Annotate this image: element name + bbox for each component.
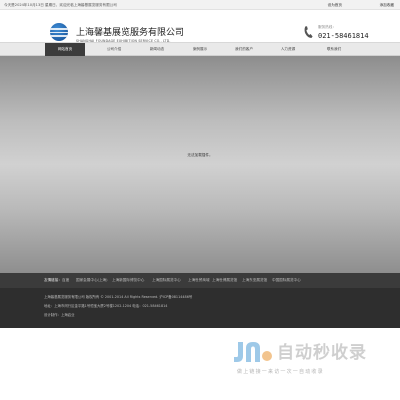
copyright-text: 上海馨基展览服务有限公司 版权所有 © 2001-2014 All Rights…	[44, 295, 193, 299]
nav-item-clients[interactable]: 我们的客户	[222, 43, 266, 56]
friend-link[interactable]: 上海世贸商城	[188, 273, 210, 288]
hotline-number: 021-58461814	[318, 32, 369, 40]
site-header: FOUNDAGE 上海馨基展览服务有限公司 SHANGHAI FOUNDAGE …	[0, 10, 400, 45]
nav-item-home[interactable]: 网站首页	[45, 43, 85, 56]
watermark-logo-icon	[234, 342, 272, 362]
plugin-error-message: 无法加载插件。	[187, 153, 213, 157]
friend-link[interactable]: 中国国际展览中心	[272, 273, 301, 288]
company-logo-icon[interactable]	[50, 23, 68, 41]
watermark-title: 自动秒收录	[277, 343, 367, 363]
nav-item-contact[interactable]: 联系我们	[314, 43, 354, 56]
nav-item-about[interactable]: 公司介绍	[92, 43, 136, 56]
designer-text: 设计制作：上海启业	[44, 313, 75, 317]
welcome-text: 今天是2024年10月13日 星期日，欢迎光临上海馨基展览服务有限公司	[4, 3, 117, 7]
banner-plugin-area: 无法加载插件。	[0, 56, 400, 273]
top-bar: 今天是2024年10月13日 星期日，欢迎光临上海馨基展览服务有限公司 设为首页…	[0, 0, 400, 10]
nav-item-cases[interactable]: 案例展示	[180, 43, 220, 56]
friend-link[interactable]: 百度	[62, 273, 69, 288]
nav-item-news[interactable]: 新闻动态	[137, 43, 177, 56]
nav-item-hr[interactable]: 人力资源	[268, 43, 308, 56]
friend-links-label: 友情链接：	[44, 278, 62, 282]
friend-link[interactable]: 国家会展中心(上海)	[76, 273, 108, 288]
add-favorite-link[interactable]: 添加收藏	[380, 0, 394, 10]
watermark-slogan: 做上链接一来访一次一自动收录	[237, 369, 324, 375]
friend-link[interactable]: 上海国际展览中心	[152, 273, 181, 288]
friend-link[interactable]: 上海世博展览馆	[212, 273, 237, 288]
main-nav: 网站首页 公司介绍 新闻动态 案例展示 我们的客户 人力资源 联系我们	[0, 42, 400, 56]
friend-links-bar: 友情链接： 百度 国家会展中心(上海) 上海新国际博览中心 上海国际展览中心 上…	[0, 273, 400, 288]
set-homepage-link[interactable]: 设为首页	[328, 0, 342, 10]
friend-link[interactable]: 上海新国际博览中心	[112, 273, 144, 288]
phone-icon	[304, 26, 313, 38]
company-name-cn: 上海馨基展览服务有限公司	[76, 28, 185, 38]
hotline-label: 服务热线：	[318, 25, 336, 29]
address-text: 地址：上海市闵行区金平路1号恒宝大厦2号楼1202-1204 电话：021-58…	[44, 304, 168, 308]
footer-info: 上海馨基展览服务有限公司 版权所有 © 2001-2014 All Rights…	[0, 288, 400, 328]
friend-link[interactable]: 上海东亚展览馆	[242, 273, 267, 288]
watermark: 自动秒收录 做上链接一来访一次一自动收录	[229, 338, 389, 380]
